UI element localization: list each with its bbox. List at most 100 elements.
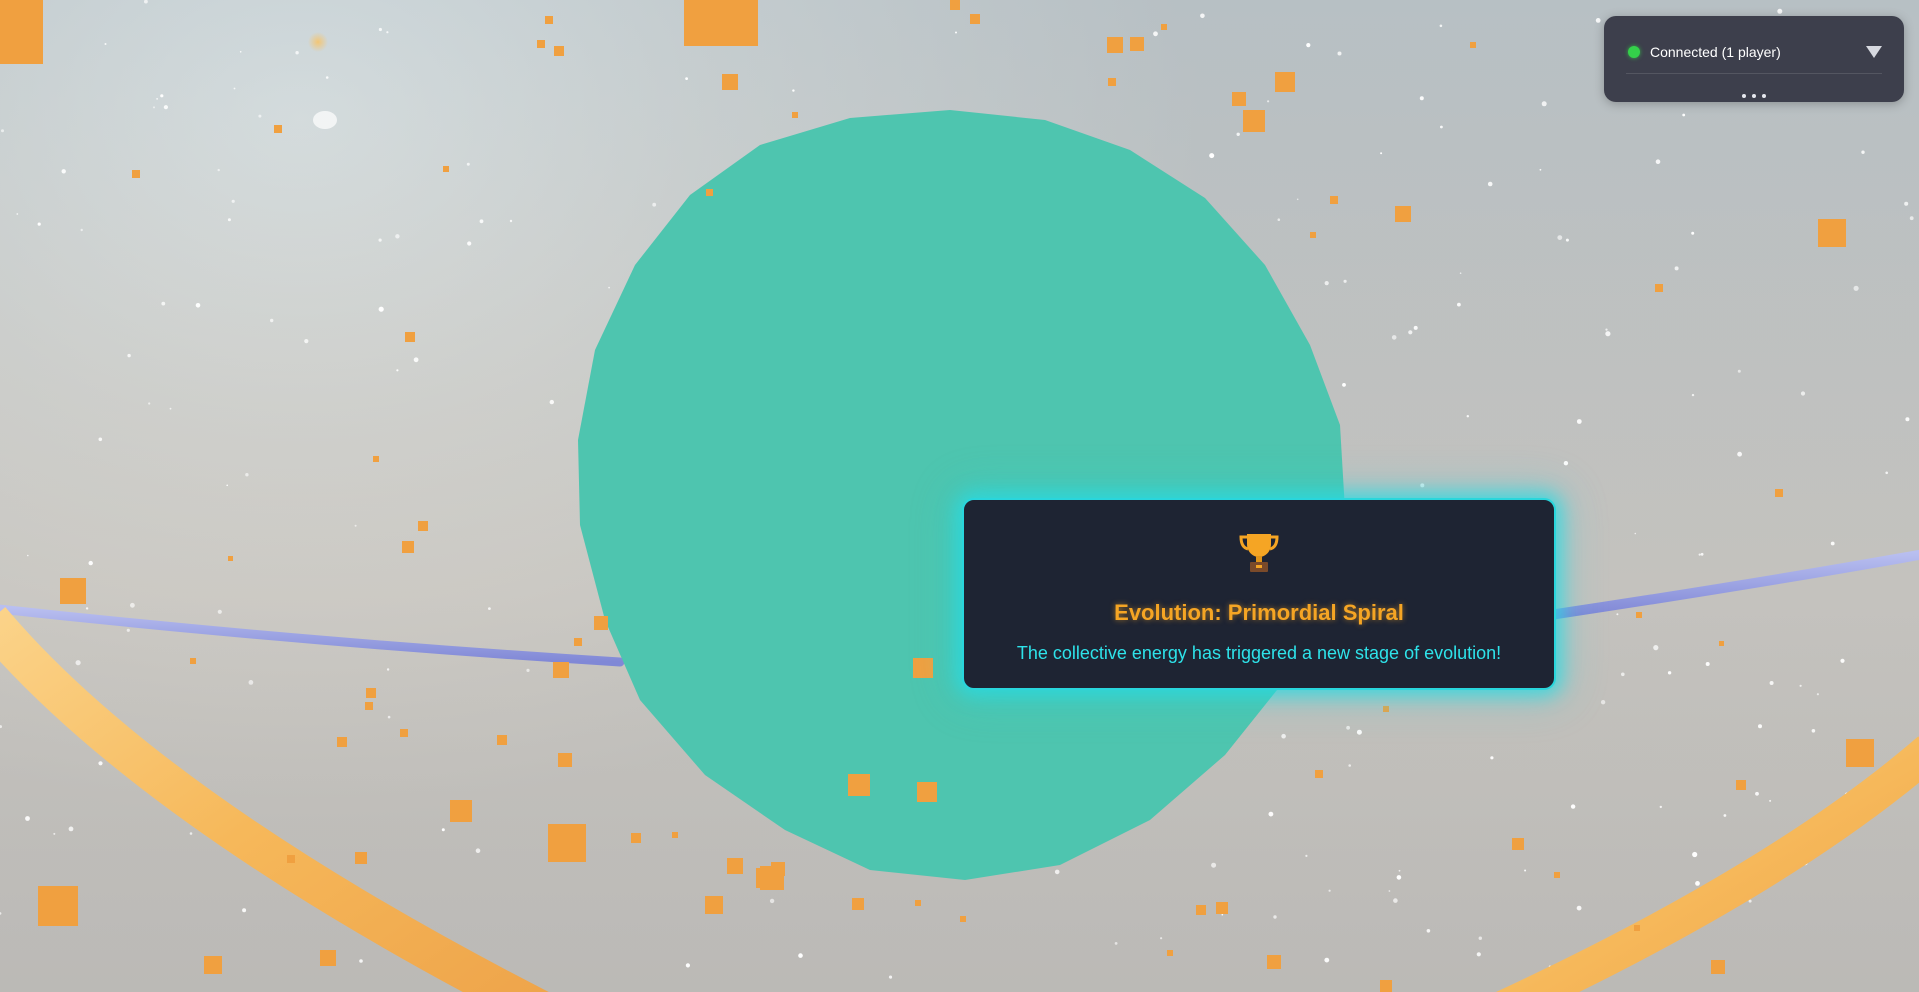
energy-particle[interactable] [917, 782, 937, 802]
energy-particle[interactable] [722, 74, 738, 90]
triangle-down-icon[interactable] [1866, 46, 1882, 58]
star [161, 301, 166, 306]
energy-particle[interactable] [1310, 232, 1316, 238]
energy-particle[interactable] [274, 125, 282, 133]
energy-particle[interactable] [418, 521, 428, 531]
energy-particle[interactable] [1167, 950, 1173, 956]
energy-particle[interactable] [190, 658, 196, 664]
energy-particle[interactable] [365, 702, 373, 710]
star [130, 602, 135, 608]
energy-particle[interactable] [1711, 960, 1725, 974]
scene-canvas[interactable] [0, 0, 1919, 992]
star [386, 668, 390, 671]
energy-particle[interactable] [537, 40, 545, 48]
energy-particle[interactable] [1130, 37, 1144, 51]
energy-particle[interactable] [366, 688, 376, 698]
game-viewport[interactable]: Connected (1 player) Evolution: Primordi… [0, 0, 1919, 992]
energy-particle[interactable] [443, 166, 449, 172]
energy-particle[interactable] [970, 14, 980, 24]
energy-particle[interactable] [1846, 739, 1874, 767]
energy-particle[interactable] [852, 774, 870, 792]
energy-particle[interactable] [204, 956, 222, 974]
energy-particle[interactable] [553, 662, 569, 678]
energy-particle[interactable] [60, 578, 86, 604]
star [1800, 391, 1806, 396]
energy-particle[interactable] [0, 0, 43, 64]
energy-particle[interactable] [1108, 78, 1116, 86]
star [1667, 671, 1672, 675]
energy-particle[interactable] [574, 638, 582, 646]
energy-particle[interactable] [706, 189, 713, 196]
energy-particle[interactable] [594, 616, 608, 630]
energy-particle[interactable] [771, 862, 785, 876]
energy-particle[interactable] [1330, 196, 1338, 204]
energy-particle[interactable] [402, 541, 414, 553]
star [1653, 645, 1659, 651]
energy-particle[interactable] [1243, 110, 1265, 132]
energy-particle[interactable] [672, 832, 678, 838]
energy-particle[interactable] [548, 824, 586, 862]
energy-particle[interactable] [400, 729, 408, 737]
star [1391, 335, 1397, 340]
energy-particle[interactable] [1470, 42, 1476, 48]
energy-particle[interactable] [545, 16, 553, 24]
energy-particle[interactable] [1636, 612, 1642, 618]
energy-particle[interactable] [1275, 72, 1295, 92]
energy-particle[interactable] [792, 112, 798, 118]
energy-particle[interactable] [1818, 219, 1846, 247]
energy-particle[interactable] [373, 456, 379, 462]
energy-particle[interactable] [1512, 838, 1524, 850]
energy-particle[interactable] [228, 556, 233, 561]
star [1840, 658, 1845, 663]
energy-particle[interactable] [38, 886, 78, 926]
energy-particle[interactable] [852, 898, 864, 910]
energy-particle[interactable] [355, 852, 367, 864]
energy-particle[interactable] [1315, 770, 1323, 778]
energy-particle[interactable] [1107, 37, 1123, 53]
star [61, 169, 66, 174]
energy-particle[interactable] [1216, 902, 1228, 914]
energy-particle[interactable] [1267, 955, 1281, 969]
panel-divider [1626, 73, 1882, 74]
core-orb[interactable] [578, 110, 1345, 880]
energy-particle[interactable] [1655, 284, 1663, 292]
energy-particle[interactable] [1232, 92, 1246, 106]
energy-particle[interactable] [1380, 980, 1392, 992]
energy-particle[interactable] [705, 896, 723, 914]
star [413, 357, 419, 363]
energy-particle[interactable] [1395, 206, 1411, 222]
energy-particle[interactable] [631, 833, 641, 843]
energy-particle[interactable] [132, 170, 140, 178]
energy-particle[interactable] [554, 46, 564, 56]
energy-particle[interactable] [287, 855, 295, 863]
energy-particle[interactable] [341, 738, 347, 744]
energy-particle[interactable] [913, 658, 933, 678]
energy-particle[interactable] [1383, 706, 1389, 712]
energy-particle[interactable] [320, 950, 336, 966]
energy-particle[interactable] [1196, 905, 1206, 915]
star [1221, 913, 1224, 916]
energy-particle[interactable] [1719, 641, 1724, 646]
energy-particle[interactable] [450, 800, 472, 822]
star [1324, 957, 1330, 963]
energy-particle[interactable] [558, 753, 572, 767]
star [509, 219, 513, 223]
star [1605, 328, 1608, 331]
energy-particle[interactable] [405, 332, 415, 342]
energy-particle[interactable] [1775, 489, 1783, 497]
star [1346, 725, 1350, 730]
energy-particle[interactable] [915, 900, 921, 906]
energy-particle[interactable] [960, 916, 966, 922]
energy-particle[interactable] [1736, 780, 1746, 790]
energy-particle[interactable] [1161, 24, 1167, 30]
more-dots-icon[interactable] [1742, 94, 1766, 98]
energy-particle[interactable] [950, 0, 960, 10]
energy-particle[interactable] [684, 0, 758, 46]
star [85, 607, 89, 610]
energy-particle[interactable] [727, 858, 743, 874]
star [1490, 756, 1494, 760]
energy-particle[interactable] [497, 735, 507, 745]
energy-particle[interactable] [1634, 925, 1640, 931]
energy-particle[interactable] [1554, 872, 1560, 878]
star [25, 816, 30, 821]
